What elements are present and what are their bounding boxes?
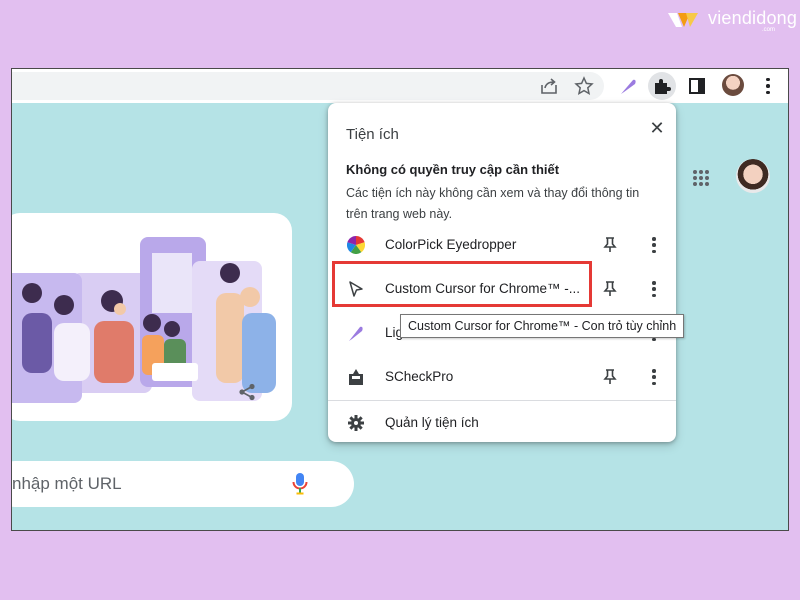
- feather-icon: [349, 326, 363, 341]
- extension-name: ColorPick Eyedropper: [385, 237, 517, 252]
- extension-item-scheckpro[interactable]: SCheckPro: [328, 355, 676, 399]
- pin-icon[interactable]: [603, 369, 617, 385]
- menu-section-description: Các tiện ích này không cần xem và thay đ…: [346, 186, 640, 221]
- share-page-icon[interactable]: [539, 76, 559, 96]
- apps-grid-icon[interactable]: [692, 169, 710, 187]
- puzzle-icon: [655, 79, 671, 94]
- feather-extension-icon[interactable]: [618, 76, 638, 96]
- microphone-icon[interactable]: [292, 473, 308, 495]
- watermark-brand: viendidong: [708, 8, 798, 28]
- browser-toolbar: [12, 69, 788, 103]
- watermark-sub: .com: [762, 27, 776, 33]
- extensions-menu: Tiện ích ✕ Không có quyền truy cập cần t…: [328, 103, 676, 442]
- extension-more-icon[interactable]: [646, 235, 662, 255]
- pin-icon[interactable]: [603, 281, 617, 297]
- scheckpro-icon: [349, 369, 363, 385]
- search-placeholder: nhập một URL: [12, 474, 122, 493]
- viendidong-logo-icon: [668, 13, 698, 27]
- extension-name: SCheckPro: [385, 369, 454, 384]
- extensions-button[interactable]: [648, 72, 676, 100]
- extension-tooltip: Custom Cursor for Chrome™ - Con trỏ tùy …: [400, 314, 685, 338]
- colorpick-icon: [347, 236, 365, 254]
- extension-more-icon[interactable]: [646, 279, 662, 299]
- gear-icon: [348, 415, 364, 431]
- pin-icon[interactable]: [603, 237, 617, 253]
- profile-avatar[interactable]: [722, 74, 744, 96]
- extension-more-icon[interactable]: [646, 367, 662, 387]
- menu-title: Tiện ích: [346, 126, 399, 143]
- bookmark-star-icon[interactable]: [574, 76, 594, 96]
- google-account-avatar[interactable]: [736, 159, 770, 193]
- share-icon[interactable]: [238, 383, 256, 401]
- viendidong-watermark: viendidong .com: [666, 6, 798, 34]
- chrome-menu-icon[interactable]: [758, 76, 778, 96]
- close-icon[interactable]: ✕: [646, 117, 668, 139]
- search-box[interactable]: nhập một URL: [12, 461, 354, 507]
- address-bar[interactable]: [12, 72, 604, 100]
- red-highlight-box: [332, 261, 592, 307]
- manage-extensions-item[interactable]: Quản lý tiện ích: [328, 404, 676, 448]
- side-panel-icon[interactable]: [687, 76, 707, 96]
- browser-screenshot: nhập một URL Tiện ích ✕ Không có quyền t…: [11, 68, 789, 531]
- manage-extensions-label: Quản lý tiện ích: [385, 415, 479, 430]
- menu-divider: [328, 400, 676, 401]
- menu-section-title: Không có quyền truy cập cần thiết: [346, 162, 560, 177]
